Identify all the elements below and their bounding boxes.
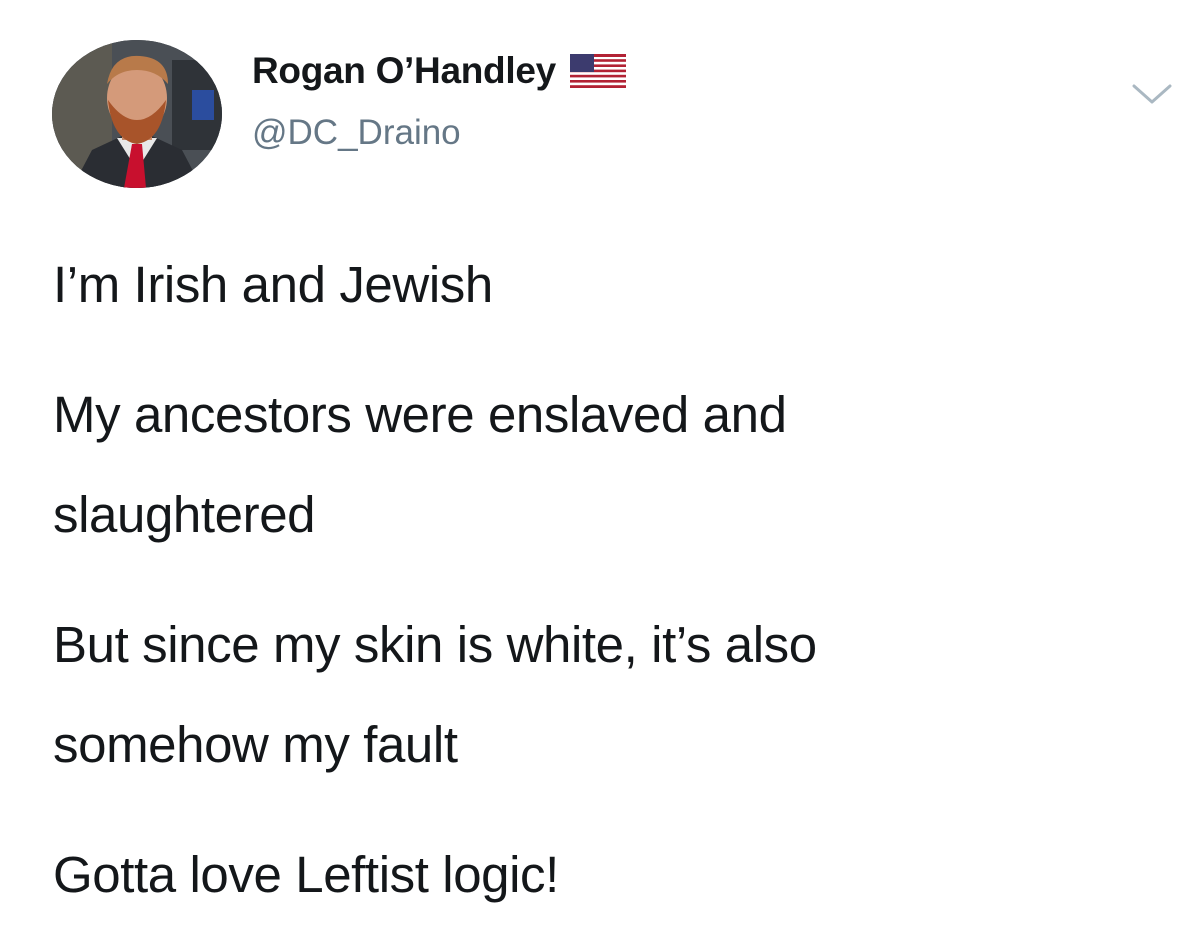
author-handle[interactable]: @DC_Draino bbox=[252, 113, 461, 153]
author-name-row: Rogan O’Handley bbox=[252, 50, 626, 92]
tweet-text-line: My ancestors were enslaved and bbox=[53, 386, 787, 443]
us-flag-icon bbox=[569, 54, 626, 88]
tweet-text-line: Gotta love Leftist logic! bbox=[53, 846, 559, 903]
chevron-down-icon[interactable] bbox=[1130, 80, 1174, 108]
display-name[interactable]: Rogan O’Handley bbox=[252, 50, 556, 92]
tweet-text-line: somehow my fault bbox=[53, 716, 458, 773]
tweet-text-line: I’m Irish and Jewish bbox=[53, 256, 493, 313]
tweet-text-line: slaughtered bbox=[53, 486, 316, 543]
avatar-image bbox=[52, 40, 222, 188]
tweet-card: Rogan O’Handley @DC_Draino I’m Irish and… bbox=[0, 0, 1200, 945]
avatar[interactable] bbox=[52, 40, 222, 188]
tweet-text-line: But since my skin is white, it’s also bbox=[53, 616, 817, 673]
